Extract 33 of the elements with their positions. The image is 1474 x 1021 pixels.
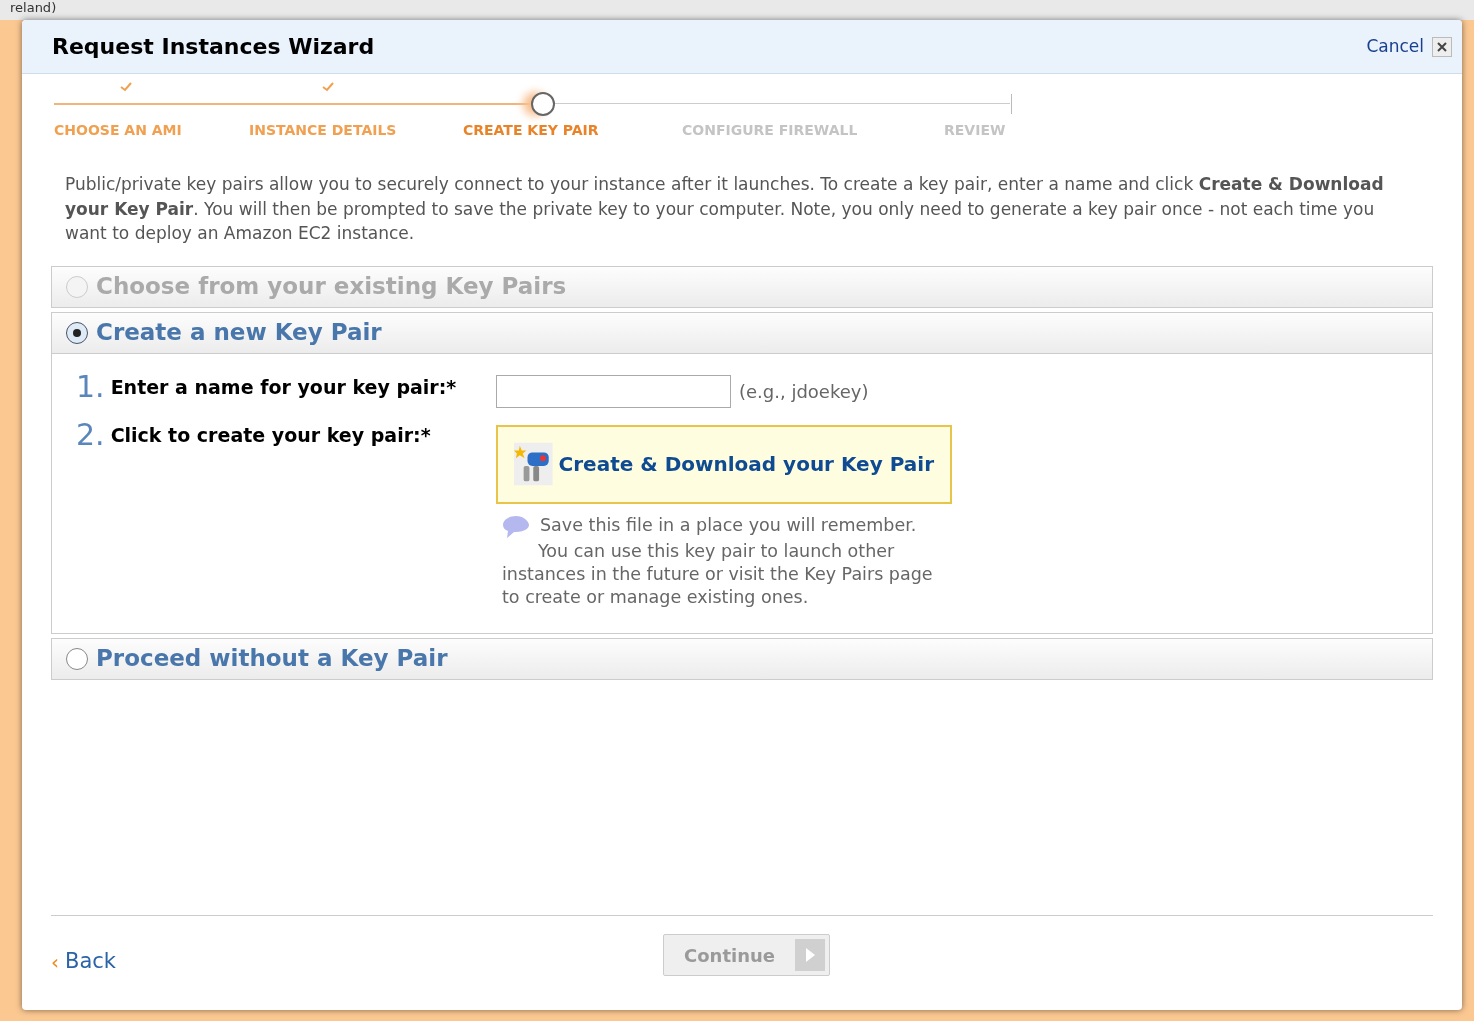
step-label: REVIEW (944, 121, 1006, 140)
key-name-input[interactable] (496, 374, 731, 408)
note-text: You can use this key pair to launch other instances in the future or visit the Key Pairs page to create or manage existing ones. (502, 539, 934, 609)
note-text: Save this file in a place you will remember. (540, 513, 917, 537)
step-number: 1. (76, 371, 105, 402)
option-label: Choose from your existing Key Pairs (96, 272, 567, 302)
step-number: 2. (76, 419, 105, 450)
option-header[interactable]: Proceed without a Key Pair (51, 637, 1433, 680)
step-label: CONFIGURE FIREWALL (682, 121, 858, 140)
step-marker-icon (531, 92, 555, 116)
close-icon[interactable] (1432, 36, 1452, 57)
cancel-link[interactable]: Cancel (1366, 33, 1424, 60)
speech-bubble-icon (502, 513, 530, 540)
back-link[interactable]: ‹ Back (51, 946, 116, 978)
step-label: CHOOSE AN AMI (54, 121, 182, 140)
option-header[interactable]: Create a new Key Pair (51, 311, 1433, 354)
keys-icon (514, 442, 553, 486)
step-label: INSTANCE DETAILS (249, 121, 397, 140)
create-download-button[interactable]: Create & Download your Key Pair (496, 424, 952, 504)
option-label: Proceed without a Key Pair (96, 644, 448, 674)
step-label: CREATE KEY PAIR (463, 121, 599, 140)
field-label: Enter a name for your key pair:* (110, 375, 457, 400)
window-title: Request Instances Wizard (52, 33, 375, 61)
check-icon (322, 82, 334, 92)
check-icon (120, 82, 132, 92)
radio-button[interactable] (66, 321, 88, 344)
radio-button[interactable] (66, 647, 88, 670)
background-text: reland) (10, 0, 57, 16)
field-label: Click to create your key pair:* (110, 423, 431, 448)
input-hint: (e.g., jdoekey) (739, 379, 869, 404)
option-label: Create a new Key Pair (96, 318, 382, 348)
intro-paragraph: Public/private key pairs allow you to securely connect to your instance after it launches. To create a key pair, enter a name and click Create & Download your Key Pair. You will then be prompted to save the private key to your computer. Note, you only need to generate a key pair once - not each time you want to deploy an Amazon EC2 instance. (65, 173, 1385, 245)
play-icon (795, 939, 825, 971)
